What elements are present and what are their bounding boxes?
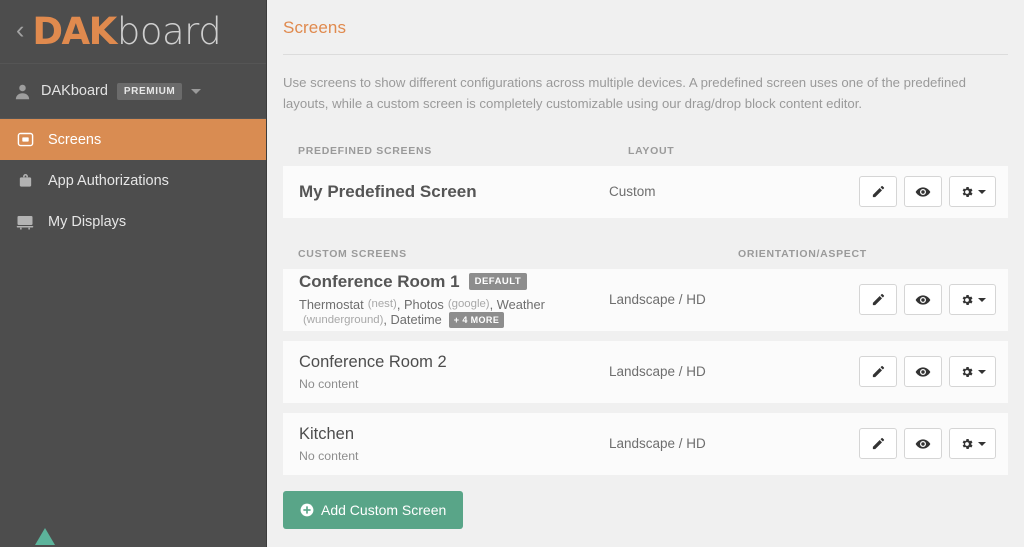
column-header-name: CUSTOM SCREENS [298, 247, 407, 260]
app-root: ‹ DAK board DAKboard PREMIUM Screens App… [0, 0, 1024, 547]
chevron-down-icon [977, 297, 986, 302]
preview-button[interactable] [904, 176, 942, 208]
custom-column-headers: CUSTOM SCREENS ORIENTATION/ASPECT [283, 248, 1008, 269]
screen-name-wrap: Conference Room 1 DEFAULT [299, 272, 609, 292]
chevron-down-icon[interactable] [191, 88, 202, 94]
table-row[interactable]: Conference Room 2 No content Landscape /… [283, 340, 1008, 403]
sidebar-item-my-displays[interactable]: My Displays [0, 201, 266, 242]
sidebar-item-app-authorizations[interactable]: App Authorizations [0, 160, 266, 201]
settings-button[interactable] [949, 356, 996, 388]
chevron-down-icon [977, 369, 986, 374]
content-item-service: (google) [447, 298, 490, 311]
column-header-name: PREDEFINED SCREENS [298, 144, 432, 157]
brand-header: ‹ DAK board [0, 0, 266, 545]
row-actions [859, 428, 996, 460]
screen-name: Kitchen [299, 424, 355, 443]
screen-empty-text: No content [299, 448, 359, 463]
screen-icon [14, 131, 36, 148]
edit-button[interactable] [859, 176, 897, 208]
chevron-down-icon [977, 441, 986, 446]
sidebar-nav: Screens App Authorizations My Displays [0, 119, 266, 242]
table-row[interactable]: Conference Room 1 DEFAULT Thermostat (ne… [283, 268, 1008, 331]
column-header-layout: LAYOUT [628, 144, 675, 157]
screen-layout: Custom [609, 184, 656, 200]
separator: , [383, 312, 391, 328]
sidebar-item-screens[interactable]: Screens [0, 119, 266, 160]
content-item-name: Thermostat [299, 296, 364, 312]
sidebar-item-label: App Authorizations [48, 172, 169, 189]
plus-circle-icon [300, 503, 314, 517]
content-item-name: Weather [496, 296, 545, 312]
row-content: Kitchen No content [299, 425, 609, 463]
screen-name: Conference Room 2 [299, 352, 447, 371]
sidebar: ‹ DAK board DAKboard PREMIUM Screens App… [0, 0, 267, 547]
preview-button[interactable] [904, 284, 942, 316]
screen-orientation: Landscape / HD [609, 364, 706, 380]
sidebar-item-label: My Displays [48, 213, 127, 230]
content-item-name: Datetime [390, 312, 442, 328]
user-account-row[interactable]: DAKboard PREMIUM [0, 64, 266, 119]
settings-button[interactable] [949, 176, 996, 208]
settings-button[interactable] [949, 284, 996, 316]
briefcase-lock-icon [14, 172, 36, 189]
main-content: Screens Use screens to show different co… [267, 0, 1024, 547]
logo-board-text: board [116, 10, 222, 53]
add-custom-screen-button[interactable]: Add Custom Screen [283, 490, 464, 529]
table-row[interactable]: Kitchen No content Landscape / HD [283, 412, 1008, 475]
more-badge[interactable]: + 4 MORE [448, 311, 505, 328]
row-actions [859, 284, 996, 316]
edit-button[interactable] [859, 428, 897, 460]
screen-empty-text: No content [299, 376, 359, 391]
mountain-icon [35, 528, 55, 545]
default-badge: DEFAULT [468, 273, 528, 291]
predefined-column-headers: PREDEFINED SCREENS LAYOUT [283, 145, 1008, 166]
separator: , [489, 296, 497, 312]
monitor-icon [14, 213, 36, 231]
logo-dak-text: DAK [32, 10, 117, 53]
content-item-name: Photos [403, 296, 444, 312]
screen-contents: Thermostat (nest) , Photos (google) , We… [299, 297, 609, 328]
page-description: Use screens to show different configurat… [283, 75, 966, 112]
row-content: Conference Room 2 No content [299, 353, 609, 391]
content-item-service: (wunderground) [303, 313, 384, 326]
screen-name: Conference Room 1 [299, 271, 460, 291]
row-content: My Predefined Screen [299, 182, 609, 202]
add-custom-screen-label: Add Custom Screen [321, 501, 447, 518]
preview-button[interactable] [904, 356, 942, 388]
user-icon [14, 83, 31, 100]
edit-button[interactable] [859, 284, 897, 316]
content-item-service: (nest) [367, 298, 397, 311]
screen-name: My Predefined Screen [299, 181, 477, 201]
screen-orientation: Landscape / HD [609, 436, 706, 452]
sidebar-item-label: Screens [48, 131, 102, 148]
screen-orientation: Landscape / HD [609, 292, 706, 308]
chevron-down-icon [977, 189, 986, 194]
table-row[interactable]: My Predefined Screen Custom [283, 165, 1008, 218]
row-actions [859, 176, 996, 208]
premium-badge: PREMIUM [116, 82, 183, 100]
row-content: Conference Room 1 DEFAULT Thermostat (ne… [299, 272, 609, 328]
page-title: Screens [283, 18, 347, 37]
column-header-orientation: ORIENTATION/ASPECT [738, 247, 867, 260]
settings-button[interactable] [949, 428, 996, 460]
dakboard-logo[interactable]: DAK board [32, 10, 222, 545]
user-name: DAKboard [41, 83, 108, 99]
preview-button[interactable] [904, 428, 942, 460]
row-actions [859, 356, 996, 388]
collapse-sidebar-chevron-icon[interactable]: ‹ [16, 17, 24, 43]
separator: , [396, 296, 404, 312]
edit-button[interactable] [859, 356, 897, 388]
